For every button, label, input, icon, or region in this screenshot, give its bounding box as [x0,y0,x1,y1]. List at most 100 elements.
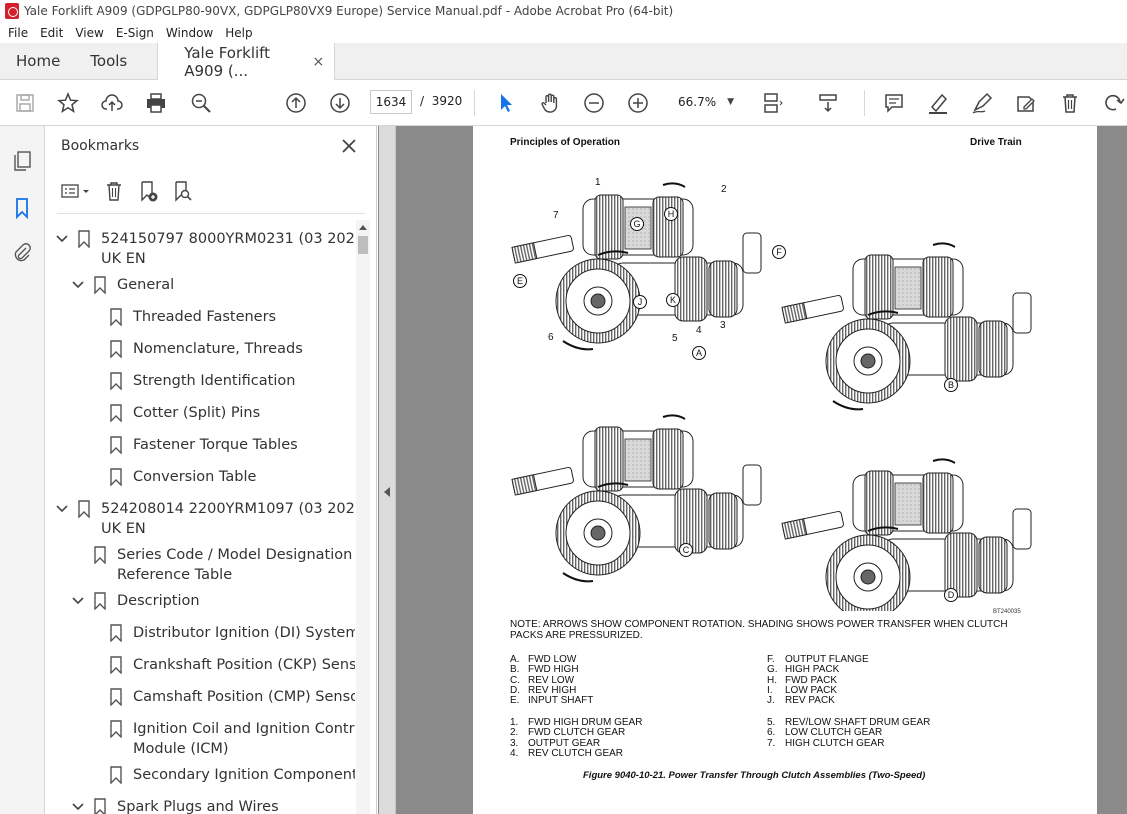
figure-note-continued: PACKS ARE PRESSURIZED. [510,630,643,641]
bookmark-item[interactable]: Nomenclature, Threads [45,339,355,359]
menu-esign[interactable]: E-Sign [110,26,160,40]
bookmark-icon [94,798,106,814]
chevron-down-icon[interactable] [55,232,69,246]
callout-6: 6 [548,332,554,343]
bookmark-item[interactable]: Description [45,591,355,611]
part-item-key: 7. [767,737,776,749]
zoom-dropdown[interactable]: 66.7% ▼ [670,90,742,114]
rotate-icon[interactable] [1102,91,1126,115]
gear-assembly [780,458,1032,611]
legend-item-key: E. [510,695,520,707]
bookmark-item[interactable]: Cotter (Split) Pins [45,403,355,423]
delete-icon[interactable] [1058,91,1082,115]
bookmark-icon [110,372,122,390]
chevron-down-icon[interactable] [71,800,85,814]
edit-stamp-icon[interactable] [1014,91,1038,115]
bookmark-item[interactable]: Strength Identification [45,371,355,391]
menu-view[interactable]: View [69,26,109,40]
bookmark-item[interactable]: Crankshaft Position (CKP) Sensor [45,655,355,675]
menu-edit[interactable]: Edit [34,26,69,40]
scroll-thumb[interactable] [358,236,368,254]
bookmark-item[interactable]: Secondary Ignition Components [45,765,355,785]
highlight-pen-icon[interactable] [926,91,950,115]
bookmark-icon [110,404,122,422]
scroll-mode-icon[interactable] [816,91,840,115]
attachment-icon[interactable] [10,240,34,264]
bookmarks-title: Bookmarks [61,138,140,154]
chevron-down-icon[interactable] [55,502,69,516]
upload-cloud-icon[interactable] [100,91,124,115]
callout-b: B [944,378,958,392]
figure-caption: Figure 9040-10-21. Power Transfer Throug… [583,770,926,781]
zoom-value: 66.7% [678,95,717,109]
bookmark-icon [78,500,90,518]
bookmark-icon [94,546,106,564]
bookmark-label-continued: Reference Table [117,567,233,583]
page-fit-icon[interactable] [760,91,784,115]
new-bookmark-icon[interactable] [135,179,161,203]
tab-home[interactable]: Home [0,43,74,79]
bookmark-icon [110,688,122,706]
close-icon[interactable] [339,136,359,156]
bookmark-item[interactable]: Spark Plugs and Wires [45,797,355,814]
bookmarks-scrollbar[interactable] [356,220,370,814]
print-icon[interactable] [144,91,168,115]
chevron-left-icon [384,487,390,497]
menu-window[interactable]: Window [160,26,219,40]
tab-tools[interactable]: Tools [74,43,143,79]
bookmark-icon [110,436,122,454]
bookmark-label: Camshaft Position (CMP) Sensor [133,689,355,705]
bookmark-icon [78,230,90,248]
draw-icon[interactable] [970,91,994,115]
page-thumbnails-icon[interactable] [10,148,34,172]
bookmark-item[interactable]: Ignition Coil and Ignition Control Module… [45,719,355,759]
bookmark-item[interactable]: Camshaft Position (CMP) Sensor [45,687,355,707]
bookmark-search-icon[interactable] [169,179,195,203]
figure-note: NOTE: ARROWS SHOW COMPONENT ROTATION. SH… [510,619,1008,630]
panel-collapse-handle[interactable] [379,126,396,814]
bookmark-label: Ignition Coil and Ignition Control [133,721,355,737]
previous-page-icon[interactable] [284,91,308,115]
zoom-in-icon[interactable] [626,91,650,115]
bookmark-item[interactable]: 524208014 2200YRM1097 (03 2020) UK EN [45,499,355,539]
bookmark-item[interactable]: Conversion Table [45,467,355,487]
close-icon[interactable]: × [313,54,325,70]
figure-code: BT240035 [993,609,1021,615]
bookmark-item[interactable]: Fastener Torque Tables [45,435,355,455]
toolbar: 1634 / 3920 66.7% ▼ [0,80,1127,126]
zoom-out-icon[interactable] [582,91,606,115]
bookmark-icon [110,720,122,738]
page-number-input[interactable]: 1634 [370,90,412,114]
menu-file[interactable]: File [2,26,34,40]
callout-c: C [679,543,693,557]
comment-icon[interactable] [882,91,906,115]
bookmark-label-continued: UK EN [101,251,146,267]
next-page-icon[interactable] [328,91,352,115]
bookmark-tools [59,178,203,204]
chevron-down-icon[interactable] [71,278,85,292]
bookmark-label: General [117,277,175,293]
delete-bookmark-icon[interactable] [101,179,127,203]
page-count: / 3920 [420,94,462,108]
select-cursor-icon[interactable] [494,91,518,115]
menu-help[interactable]: Help [219,26,258,40]
scroll-up-icon[interactable] [359,225,367,230]
bookmark-item[interactable]: Threaded Fasteners [45,307,355,327]
hand-tool-icon[interactable] [538,91,562,115]
options-menu-icon[interactable] [59,179,93,203]
part-item-value: REV CLUTCH GEAR [528,747,624,759]
tab-bar: Home Tools Yale Forklift A909 (... × [0,43,1127,81]
document-scroll-gutter[interactable] [1097,126,1127,814]
chevron-down-icon[interactable] [71,594,85,608]
tab-document[interactable]: Yale Forklift A909 (... × [157,43,336,81]
page-separator: / [420,94,425,108]
zoom-search-icon[interactable] [189,91,213,115]
bookmark-item[interactable]: 524150797 8000YRM0231 (03 2020) UK EN [45,229,355,269]
bookmark-item[interactable]: Series Code / Model Designation Reference… [45,545,355,585]
panel-divider [57,213,365,214]
bookmark-item[interactable]: Distributor Ignition (DI) System [45,623,355,643]
bookmark-item[interactable]: General [45,275,355,295]
bookmark-panel-icon[interactable] [10,196,34,220]
save-icon[interactable] [13,91,37,115]
star-icon[interactable] [56,91,80,115]
